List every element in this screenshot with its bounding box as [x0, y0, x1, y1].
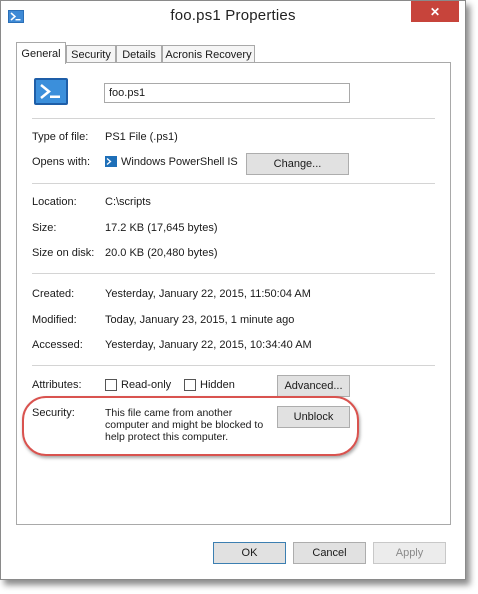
- properties-dialog: foo.ps1 Properties ✕ General Security De…: [0, 0, 466, 580]
- accessed-value: Yesterday, January 22, 2015, 10:34:40 AM: [105, 339, 312, 351]
- attributes-label: Attributes:: [32, 379, 82, 391]
- separator: [32, 365, 435, 366]
- accessed-label: Accessed:: [32, 339, 83, 351]
- title-bar: foo.ps1 Properties ✕: [1, 1, 465, 33]
- created-label: Created:: [32, 288, 75, 300]
- powershell-ise-icon: [105, 156, 117, 167]
- security-message-line-1: This file came from another: [105, 407, 233, 419]
- security-message-line-3: help protect this computer.: [105, 431, 229, 443]
- size-label: Size:: [32, 222, 57, 234]
- location-value: C:\scripts: [105, 196, 151, 208]
- tab-general[interactable]: General: [16, 42, 66, 64]
- type-of-file-value: PS1 File (.ps1): [105, 131, 178, 143]
- modified-label: Modified:: [32, 314, 77, 326]
- security-label: Security:: [32, 407, 75, 419]
- read-only-checkbox[interactable]: [105, 379, 117, 391]
- close-button[interactable]: ✕: [411, 1, 459, 22]
- read-only-label: Read-only: [121, 379, 172, 391]
- cancel-button[interactable]: Cancel: [293, 542, 366, 564]
- hidden-checkbox[interactable]: [184, 379, 196, 391]
- separator: [32, 273, 435, 274]
- advanced-button[interactable]: Advanced...: [277, 375, 350, 397]
- size-value: 17.2 KB (17,645 bytes): [105, 222, 218, 234]
- type-of-file-label: Type of file:: [32, 131, 89, 143]
- hidden-label: Hidden: [200, 379, 235, 391]
- tab-security[interactable]: Security: [66, 45, 116, 63]
- filename-field[interactable]: [104, 83, 350, 103]
- security-message-line-2: computer and might be blocked to: [105, 419, 264, 431]
- change-button[interactable]: Change...: [246, 153, 349, 175]
- tab-acronis-recovery[interactable]: Acronis Recovery: [162, 45, 255, 63]
- window-title: foo.ps1 Properties: [170, 7, 296, 24]
- opens-with-label: Opens with:: [32, 156, 91, 168]
- size-on-disk-value: 20.0 KB (20,480 bytes): [105, 247, 218, 259]
- ok-button[interactable]: OK: [213, 542, 286, 564]
- close-icon: ✕: [429, 4, 441, 19]
- tab-details[interactable]: Details: [116, 45, 162, 63]
- separator: [32, 183, 435, 184]
- general-panel: Type of file: PS1 File (.ps1) Opens with…: [16, 62, 451, 525]
- location-label: Location:: [32, 196, 77, 208]
- powershell-script-icon: [34, 78, 68, 105]
- modified-value: Today, January 23, 2015, 1 minute ago: [105, 314, 295, 326]
- apply-button[interactable]: Apply: [373, 542, 446, 564]
- size-on-disk-label: Size on disk:: [32, 247, 95, 259]
- unblock-button[interactable]: Unblock: [277, 406, 350, 428]
- created-value: Yesterday, January 22, 2015, 11:50:04 AM: [105, 288, 311, 300]
- opens-with-value: Windows PowerShell IS: [121, 156, 238, 168]
- separator: [32, 118, 435, 119]
